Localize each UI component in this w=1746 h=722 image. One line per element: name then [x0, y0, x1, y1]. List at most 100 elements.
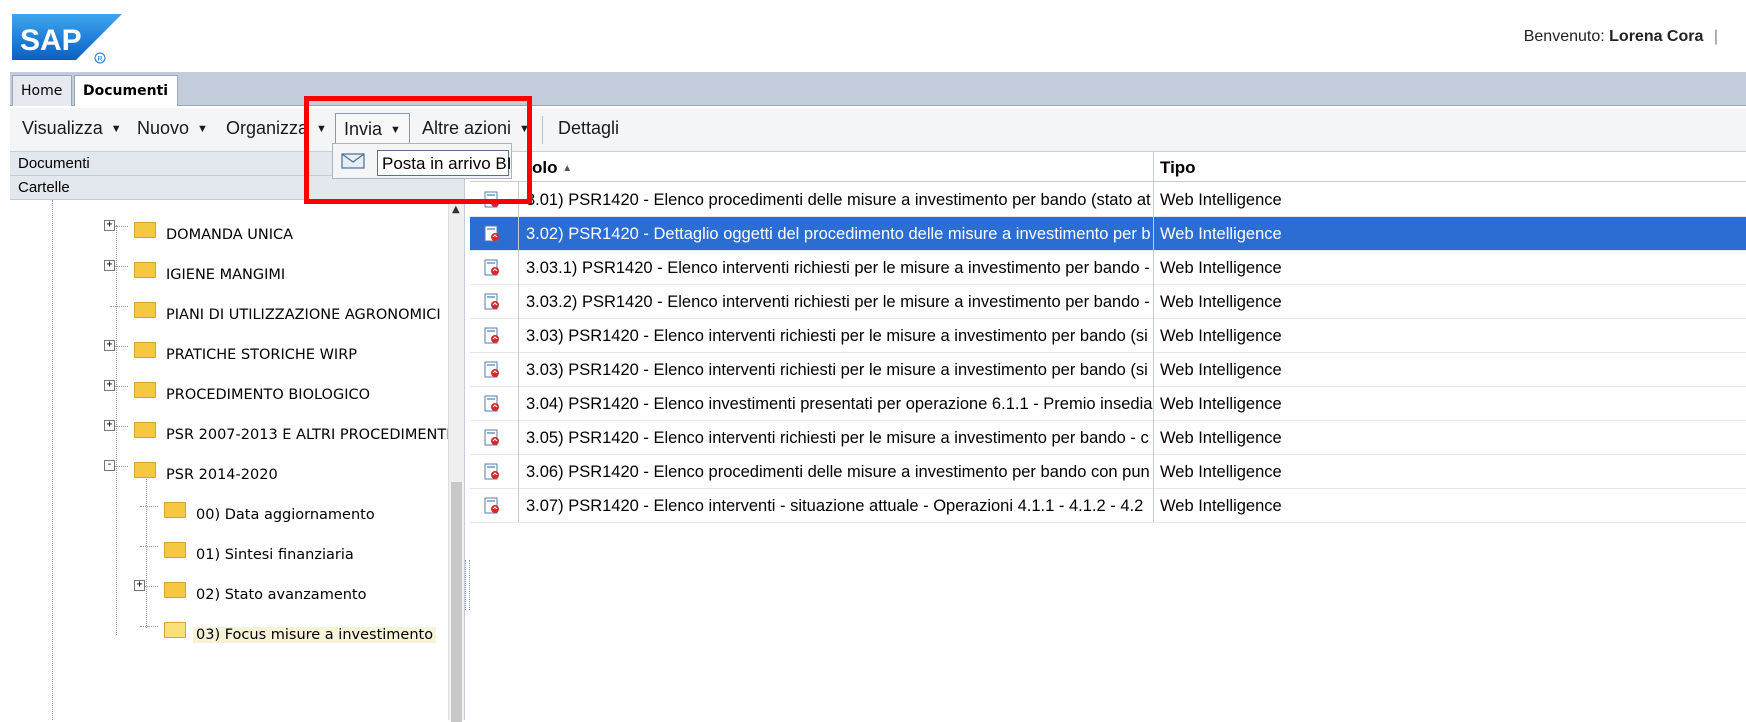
document-title: 3.07) PSR1420 - Elenco interventi - situ…	[526, 497, 1144, 515]
tree-connector	[140, 506, 158, 507]
visualizza-menu-button[interactable]: Visualizza ▼	[22, 118, 122, 139]
svg-text:R: R	[98, 56, 103, 63]
tree-scrollbar[interactable]: ▲	[448, 200, 464, 722]
document-type: Web Intelligence	[1160, 463, 1282, 481]
table-row[interactable]: 3.02) PSR1420 - Dettaglio oggetti del pr…	[470, 217, 1746, 251]
scroll-up-icon[interactable]: ▲	[452, 204, 460, 215]
welcome-message: Benvenuto: Lorena Cora |	[1524, 28, 1718, 46]
expand-icon[interactable]: +	[134, 580, 145, 591]
tree-node[interactable]: + PROCEDIMENTO BIOLOGICO	[104, 378, 445, 404]
tree-node[interactable]: +02) Stato avanzamento	[134, 578, 445, 604]
left-panel: Documenti Cartelle + DOMANDA UNICA + IGIENE…	[10, 152, 465, 722]
table-row[interactable]: 3.06) PSR1420 - Elenco procedimenti dell…	[470, 455, 1746, 489]
tree-node-label: 01) Sintesi finanziaria	[196, 547, 354, 563]
tree-node[interactable]: + IGIENE MANGIMI	[104, 258, 445, 284]
dettagli-button[interactable]: Dettagli	[558, 118, 619, 139]
tree-node-label: 02) Stato avanzamento	[196, 587, 367, 603]
document-title: 3.05) PSR1420 - Elenco interventi richie…	[526, 429, 1149, 447]
document-type: Web Intelligence	[1160, 429, 1282, 447]
tree-node[interactable]: - PSR 2014-2020	[104, 458, 445, 484]
tree-node[interactable]: 01) Sintesi finanziaria	[134, 538, 445, 564]
folder-icon	[134, 262, 156, 278]
folder-open-icon	[164, 622, 186, 638]
tree-node-label: 03) Focus misure a investimento	[193, 627, 437, 643]
nuovo-menu-button[interactable]: Nuovo ▼	[137, 118, 208, 139]
document-title: 3.03) PSR1420 - Elenco interventi richie…	[526, 361, 1148, 379]
toolbar: Visualizza ▼ Nuovo ▼ Organizza ▼ Invia ▼ Alt…	[10, 108, 1746, 152]
caret-down-icon: ▼	[197, 123, 208, 135]
tree-node-label: PIANI DI UTILIZZAZIONE AGRONOMICI	[166, 307, 441, 323]
document-type: Web Intelligence	[1160, 327, 1282, 345]
document-title: 3.03) PSR1420 - Elenco interventi richie…	[526, 327, 1148, 345]
folder-icon	[134, 342, 156, 358]
tree-connector	[140, 626, 158, 627]
expand-icon[interactable]: +	[104, 260, 115, 271]
tree-node[interactable]: PIANI DI UTILIZZAZIONE AGRONOMICI	[104, 298, 445, 324]
folder-tree: + DOMANDA UNICA + IGIENE MANGIMI PIANI DI UT…	[10, 200, 465, 720]
top-header: SAP R Benvenuto: Lorena Cora |	[0, 0, 1746, 68]
column-divider	[1153, 152, 1154, 522]
tab-home[interactable]: Home	[12, 75, 72, 106]
folder-icon	[164, 582, 186, 598]
document-type: Web Intelligence	[1160, 395, 1282, 413]
table-row[interactable]: 3.03.1) PSR1420 - Elenco interventi rich…	[470, 251, 1746, 285]
webi-document-icon	[484, 361, 499, 378]
folder-icon	[134, 382, 156, 398]
webi-document-icon	[484, 497, 499, 514]
tree-node[interactable]: 00) Data aggiornamento	[134, 498, 445, 524]
document-type: Web Intelligence	[1160, 259, 1282, 277]
sap-logo: SAP R	[12, 14, 122, 64]
document-title: 3.06) PSR1420 - Elenco procedimenti dell…	[526, 463, 1150, 481]
expand-icon[interactable]: +	[104, 380, 115, 391]
tree-connector	[110, 306, 128, 307]
webi-document-icon	[484, 395, 499, 412]
tree-node-label: PSR 2014-2020	[166, 467, 278, 483]
document-title: 3.01) PSR1420 - Elenco procedimenti dell…	[526, 191, 1151, 209]
collapse-icon[interactable]: -	[104, 460, 115, 471]
column-header-type[interactable]: Tipo	[1160, 158, 1196, 178]
tree-node[interactable]: + DOMANDA UNICA	[104, 218, 445, 244]
document-title: 3.02) PSR1420 - Dettaglio oggetti del pr…	[526, 225, 1151, 243]
scroll-thumb[interactable]	[451, 482, 462, 722]
tab-documenti[interactable]: Documenti	[74, 75, 178, 106]
document-list: olo ▲ Tipo 3.01) PSR1420 - Elenco proced…	[470, 152, 1746, 720]
table-row[interactable]: 3.03) PSR1420 - Elenco interventi richie…	[470, 353, 1746, 387]
table-row[interactable]: 3.01) PSR1420 - Elenco procedimenti dell…	[470, 183, 1746, 217]
tree-node[interactable]: 03) Focus misure a investimento	[134, 618, 445, 644]
tree-guide-line	[52, 200, 53, 720]
document-type: Web Intelligence	[1160, 225, 1282, 243]
tab-bar: Home Documenti	[10, 72, 1746, 106]
table-row[interactable]: 3.03) PSR1420 - Elenco interventi richie…	[470, 319, 1746, 353]
table-row[interactable]: 3.07) PSR1420 - Elenco interventi - situ…	[470, 489, 1746, 523]
document-type: Web Intelligence	[1160, 361, 1282, 379]
table-row[interactable]: 3.05) PSR1420 - Elenco interventi richie…	[470, 421, 1746, 455]
sort-ascending-icon: ▲	[562, 163, 573, 174]
welcome-label: Benvenuto:	[1523, 28, 1605, 45]
tree-node-label: PROCEDIMENTO BIOLOGICO	[166, 387, 371, 403]
column-header-title[interactable]: olo ▲	[532, 158, 572, 178]
table-row[interactable]: 3.04) PSR1420 - Elenco investimenti pres…	[470, 387, 1746, 421]
tree-node-label: IGIENE MANGIMI	[166, 267, 286, 283]
webi-document-icon	[484, 259, 499, 276]
document-title: 3.03.2) PSR1420 - Elenco interventi rich…	[526, 293, 1150, 311]
expand-icon[interactable]: +	[104, 340, 115, 351]
folder-icon	[134, 222, 156, 238]
document-title: 3.04) PSR1420 - Elenco investimenti pres…	[526, 395, 1153, 413]
tree-node[interactable]: + PSR 2007-2013 E ALTRI PROCEDIMENTI	[104, 418, 450, 444]
document-title: 3.03.1) PSR1420 - Elenco interventi rich…	[526, 259, 1150, 277]
column-title-label: olo	[532, 158, 558, 177]
column-divider	[518, 182, 519, 522]
expand-icon[interactable]: +	[104, 220, 115, 231]
user-name[interactable]: Lorena Cora	[1609, 28, 1703, 45]
grid-header: olo ▲ Tipo	[470, 152, 1746, 182]
webi-document-icon	[484, 327, 499, 344]
visualizza-label: Visualizza	[22, 118, 103, 138]
webi-document-icon	[484, 429, 499, 446]
toolbar-divider	[542, 116, 543, 144]
nuovo-label: Nuovo	[137, 118, 190, 138]
table-row[interactable]: 3.03.2) PSR1420 - Elenco interventi rich…	[470, 285, 1746, 319]
tree-node[interactable]: + PRATICHE STORICHE WIRP	[104, 338, 445, 364]
webi-document-icon	[484, 463, 499, 480]
expand-icon[interactable]: +	[104, 420, 115, 431]
tree-node-label: PSR 2007-2013 E ALTRI PROCEDIMENTI	[166, 427, 451, 443]
